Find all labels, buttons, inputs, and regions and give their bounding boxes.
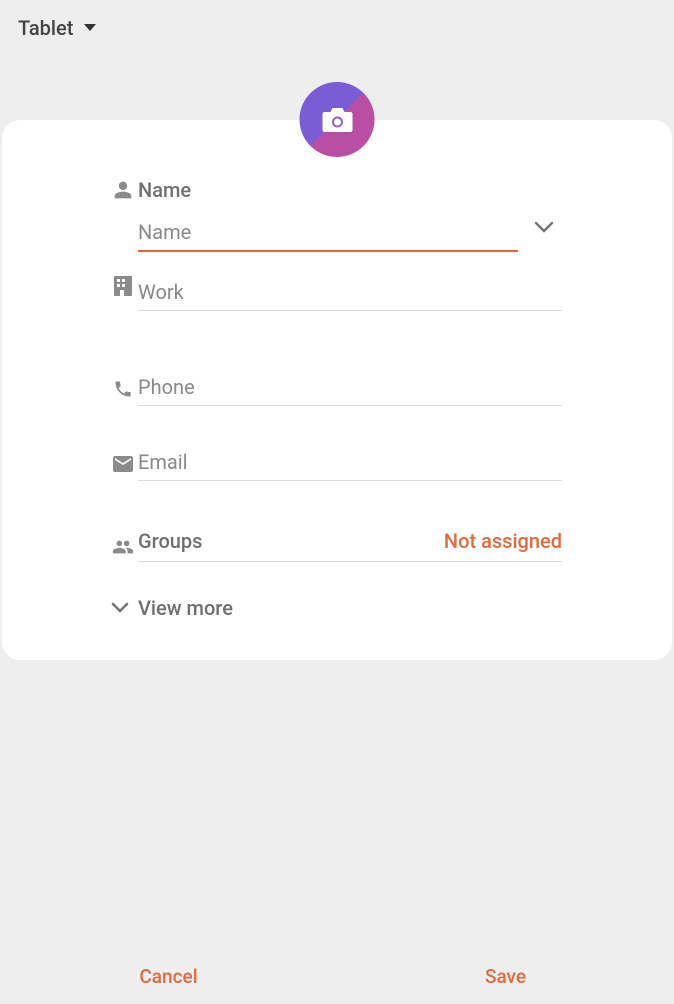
groups-field[interactable]: Groups Not assigned	[138, 529, 562, 562]
storage-selector[interactable]: Tablet	[0, 0, 674, 56]
chevron-down-icon[interactable]	[534, 220, 554, 234]
view-more-label: View more	[138, 596, 233, 620]
footer-actions: Cancel Save	[0, 948, 674, 1004]
building-icon	[108, 274, 138, 296]
contact-form-card: Name	[2, 120, 672, 660]
phone-icon	[108, 377, 138, 399]
work-input[interactable]	[138, 274, 562, 311]
groups-icon	[108, 537, 138, 555]
email-input[interactable]	[138, 444, 562, 481]
name-input[interactable]	[138, 214, 518, 252]
groups-value: Not assigned	[444, 529, 562, 553]
storage-label: Tablet	[18, 16, 73, 40]
name-section-label: Name	[138, 178, 562, 202]
email-icon	[108, 454, 138, 472]
cancel-button[interactable]: Cancel	[0, 948, 337, 1004]
phone-input[interactable]	[138, 369, 562, 406]
person-icon	[108, 178, 138, 200]
chevron-down-icon	[102, 602, 138, 614]
view-more-toggle[interactable]: View more	[2, 596, 672, 620]
groups-label: Groups	[138, 529, 202, 553]
camera-icon	[322, 107, 352, 133]
caret-down-icon	[83, 23, 97, 33]
contact-avatar[interactable]	[300, 82, 375, 157]
save-button[interactable]: Save	[337, 948, 674, 1004]
